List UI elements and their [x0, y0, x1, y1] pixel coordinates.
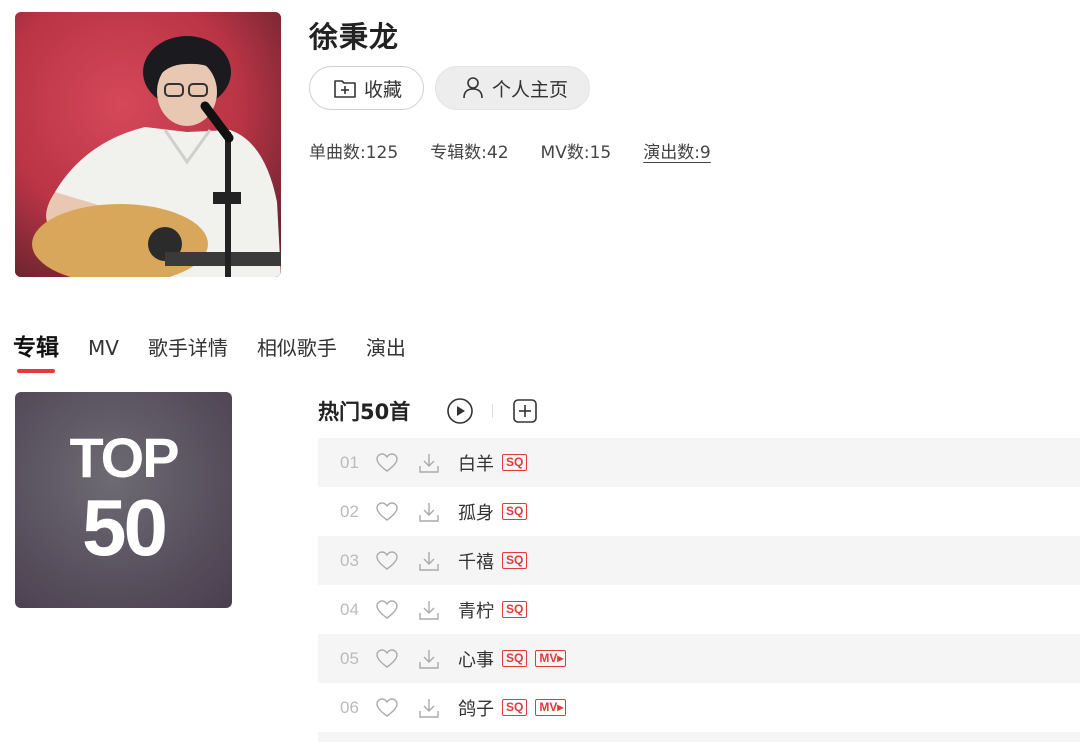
artist-tabs: 专辑 MV 歌手详情 相似歌手 演出 [13, 328, 435, 373]
play-circle-icon [447, 398, 474, 424]
add-all-button[interactable] [511, 397, 539, 425]
user-icon [460, 75, 486, 101]
hot-songs-title: 热门50首 [318, 400, 411, 424]
song-number: 06 [340, 697, 359, 717]
song-number: 03 [340, 550, 359, 570]
heart-icon[interactable] [374, 548, 400, 574]
download-icon[interactable] [416, 597, 442, 623]
hot-songs-header: 热门50首 [318, 396, 539, 426]
collect-button[interactable]: 收藏 [309, 66, 424, 110]
mv-badge[interactable]: MV▸ [535, 650, 567, 667]
download-icon[interactable] [416, 450, 442, 476]
song-row-partial [318, 732, 1080, 742]
header-divider [492, 404, 494, 418]
plus-square-icon [332, 75, 358, 101]
song-row[interactable]: 01 白羊 SQ [318, 438, 1080, 487]
cover-text-top: TOP [69, 426, 179, 489]
top50-cover[interactable]: TOP 50 [15, 392, 232, 608]
sq-badge: SQ [502, 601, 528, 618]
download-icon[interactable] [416, 499, 442, 525]
sq-badge: SQ [502, 552, 528, 569]
homepage-button[interactable]: 个人主页 [435, 66, 590, 110]
song-number: 02 [340, 501, 359, 521]
tab-albums[interactable]: 专辑 [13, 328, 59, 373]
song-row[interactable]: 02 孤身 SQ [318, 487, 1080, 536]
sq-badge: SQ [502, 454, 528, 471]
song-list: 01 白羊 SQ 02 孤身 SQ 03 千禧 SQ 04 青柠 SQ 05 心… [318, 438, 1080, 742]
tab-mv[interactable]: MV [88, 336, 119, 360]
song-row[interactable]: 04 青柠 SQ [318, 585, 1080, 634]
tab-similar-artists[interactable]: 相似歌手 [257, 332, 337, 361]
heart-icon[interactable] [374, 646, 400, 672]
play-all-button[interactable] [446, 397, 474, 425]
sq-badge: SQ [502, 699, 528, 716]
song-name[interactable]: 白羊 [458, 450, 494, 476]
song-number: 05 [340, 648, 359, 668]
download-icon[interactable] [416, 646, 442, 672]
artist-name: 徐秉龙 [309, 20, 400, 54]
download-icon[interactable] [416, 695, 442, 721]
heart-icon[interactable] [374, 450, 400, 476]
song-row[interactable]: 05 心事 SQ MV▸ [318, 634, 1080, 683]
performance-count-link[interactable]: 演出数:9 [643, 138, 711, 163]
tab-artist-details[interactable]: 歌手详情 [148, 332, 228, 361]
song-name[interactable]: 心事 [458, 646, 494, 672]
sq-badge: SQ [502, 650, 528, 667]
song-name[interactable]: 鸽子 [458, 695, 494, 721]
artist-photo [15, 12, 281, 277]
song-name[interactable]: 青柠 [458, 597, 494, 623]
song-count: 单曲数:125 [309, 143, 399, 163]
song-row[interactable]: 06 鸽子 SQ MV▸ [318, 683, 1080, 732]
heart-icon[interactable] [374, 695, 400, 721]
sq-badge: SQ [502, 503, 528, 520]
tab-performances[interactable]: 演出 [366, 332, 406, 361]
heart-icon[interactable] [374, 597, 400, 623]
heart-icon[interactable] [374, 499, 400, 525]
plus-square-icon [513, 399, 538, 423]
download-icon[interactable] [416, 548, 442, 574]
mv-badge[interactable]: MV▸ [535, 699, 567, 716]
song-name[interactable]: 孤身 [458, 499, 494, 525]
artist-stats: 单曲数:125 专辑数:42 MV数:15 演出数:9 [309, 138, 743, 163]
collect-label: 收藏 [364, 78, 403, 101]
song-number: 04 [340, 599, 359, 619]
song-number: 01 [340, 452, 359, 472]
song-row[interactable]: 03 千禧 SQ [318, 536, 1080, 585]
album-count: 专辑数:42 [430, 143, 509, 163]
cover-text-50: 50 [82, 483, 168, 572]
mv-count: MV数:15 [540, 143, 612, 163]
homepage-label: 个人主页 [492, 78, 569, 101]
song-name[interactable]: 千禧 [458, 548, 494, 574]
